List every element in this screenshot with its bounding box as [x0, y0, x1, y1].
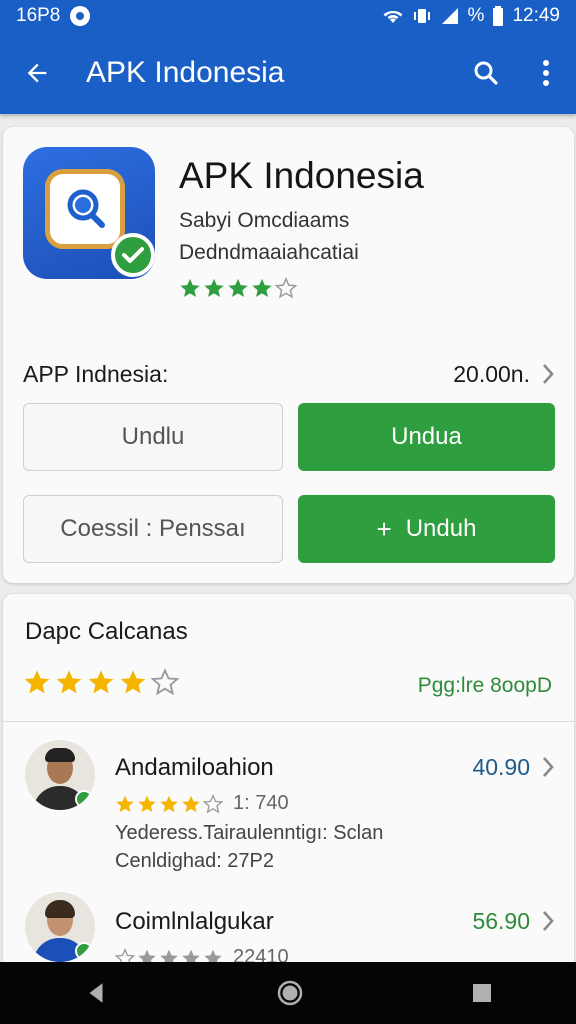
- star-icon: [88, 670, 114, 694]
- more-vert-icon: [543, 60, 549, 86]
- avatar: [25, 892, 95, 962]
- review-count: 1: 740: [233, 792, 289, 814]
- app-developer: Sabyi Omcdiaams: [179, 209, 350, 232]
- star-icon: [138, 795, 156, 812]
- chevron-right-icon[interactable]: [540, 908, 556, 934]
- star-icon: [182, 795, 200, 812]
- plus-icon: +: [376, 513, 392, 544]
- reviews-link[interactable]: Pgg:lre 8oopD: [418, 674, 552, 698]
- review-meta: Cenldighad: 27P2: [115, 850, 275, 872]
- star-icon: [180, 278, 200, 297]
- vibrate-icon: [413, 9, 430, 23]
- percent-icon: %: [467, 5, 485, 26]
- star-outline-icon: [151, 668, 179, 696]
- search-icon: [474, 61, 498, 85]
- back-button[interactable]: [0, 32, 74, 114]
- review-score[interactable]: 40.90: [472, 754, 530, 781]
- overall-rating-stars: [23, 668, 179, 696]
- notification-icon: [70, 6, 91, 26]
- avatar: [25, 740, 95, 810]
- reviews-title: Dapc Calcanas: [25, 618, 188, 645]
- more-options-button[interactable]: [516, 32, 576, 114]
- app-name: APK Indonesia: [179, 155, 424, 196]
- nav-home-icon[interactable]: [275, 978, 305, 1008]
- review-stars: 1: 740: [115, 792, 289, 815]
- star-icon: [24, 670, 50, 694]
- search-button[interactable]: [456, 32, 516, 114]
- download-button[interactable]: Undua: [298, 403, 555, 471]
- review-score[interactable]: 56.90: [472, 908, 530, 935]
- chevron-right-icon[interactable]: [540, 361, 556, 387]
- star-icon: [120, 670, 146, 694]
- arrow-back-icon: [27, 63, 47, 83]
- system-nav-bar: [0, 962, 576, 1024]
- star-icon: [116, 795, 134, 812]
- star-icon: [160, 795, 178, 812]
- app-logo-icon: [23, 147, 155, 279]
- app-bar-title: APK Indonesia: [86, 56, 285, 89]
- verified-badge-icon: [75, 790, 93, 808]
- app-bar: APK Indonesia: [0, 32, 576, 114]
- star-icon: [252, 278, 272, 297]
- reviewer-name: Andamiloahion: [115, 754, 274, 781]
- info-row-value[interactable]: 20.00n.: [453, 361, 530, 388]
- install-button[interactable]: + Unduh: [298, 495, 555, 563]
- star-icon: [204, 278, 224, 297]
- status-bar-left-text: 16P8: [16, 5, 61, 26]
- battery-icon: [493, 6, 504, 26]
- download-outline-button[interactable]: Undlu: [23, 403, 283, 471]
- star-outline-icon: [275, 277, 297, 299]
- reviewer-name: Coimlnlalgukar: [115, 908, 274, 935]
- status-bar: 16P8 % 12:49: [0, 0, 576, 32]
- status-bar-time: 12:49: [512, 5, 560, 26]
- install-button-label: Unduh: [405, 515, 477, 542]
- app-rating-stars: [179, 277, 297, 299]
- verified-check-icon: [111, 233, 155, 277]
- app-category: Dedndmaaiahcatiai: [179, 241, 359, 264]
- verified-badge-icon: [75, 942, 93, 960]
- info-row-label: APP Indnesia:: [23, 361, 169, 387]
- star-icon: [228, 278, 248, 297]
- reviews-card: Dapc Calcanas Pgg:lre 8oopD Andamiloahio…: [3, 594, 574, 974]
- signal-icon: [441, 8, 458, 24]
- app-details-card: APK Indonesia Sabyi Omcdiaams Dedndmaaia…: [3, 127, 574, 583]
- wifi-icon: [383, 10, 403, 23]
- chevron-right-icon[interactable]: [540, 754, 556, 780]
- review-text: Yederess.Tairaulenntigı: Sclan: [115, 822, 384, 844]
- nav-back-icon[interactable]: [83, 980, 109, 1006]
- star-icon: [56, 670, 82, 694]
- star-outline-icon: [203, 793, 223, 813]
- nav-recents-icon[interactable]: [471, 982, 493, 1004]
- divider: [3, 721, 574, 722]
- permissions-button[interactable]: Coessil : Penssaı: [23, 495, 283, 563]
